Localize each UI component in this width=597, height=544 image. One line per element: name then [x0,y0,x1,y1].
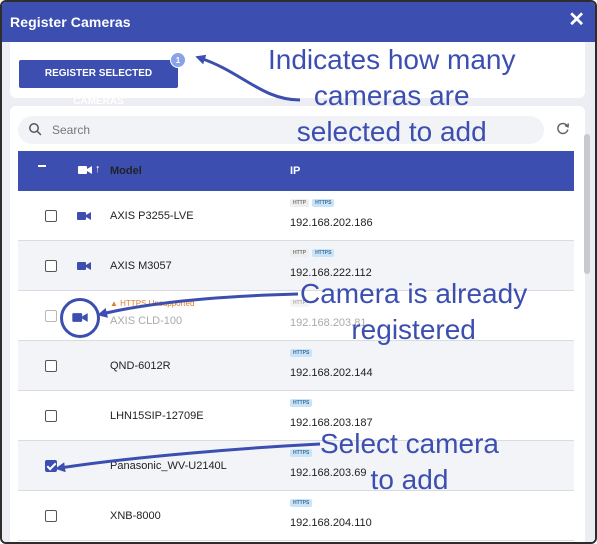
callout-selected-count: Indicates how many cameras are selected … [268,42,515,150]
select-all-toggle[interactable] [38,165,46,167]
protocol-tags: HTTPS [290,499,315,509]
search-icon [29,123,42,136]
selected-count-badge: 1 [170,52,186,68]
camera-model: XNB-8000 [110,510,161,522]
row-checkbox[interactable] [45,260,57,272]
table-row[interactable]: QND-6012R HTTPS 192.168.202.144 [18,341,574,391]
callout-line: registered [351,314,476,345]
warning-label: ▲ HTTPS Unsupported [110,299,195,308]
row-checkbox[interactable] [45,410,57,422]
camera-ip: 192.168.202.144 [290,367,373,379]
https-tag: HTTPS [290,449,313,457]
table-row[interactable]: XNB-8000 HTTPS 192.168.204.110 [18,491,574,541]
registered-highlight-circle [60,298,100,338]
camera-model: Panasonic_WV-U2140L [110,460,227,472]
camera-model: AXIS P3255-LVE [110,210,194,222]
protocol-tags: HTTP HTTPS [290,249,337,259]
dialog-titlebar: Register Cameras ✕ [2,2,595,42]
protocol-tags: HTTPS [290,399,315,409]
camera-model: AXIS M3057 [110,260,172,272]
callout-line: Camera is already [300,278,528,309]
camera-ip: 192.168.202.186 [290,217,373,229]
https-tag: HTTPS [290,499,313,507]
row-checkbox[interactable] [45,210,57,222]
row-checkbox[interactable] [45,460,57,472]
column-header-model[interactable]: Model [110,165,142,177]
protocol-tags: HTTP HTTPS [290,199,337,209]
http-tag: HTTP [290,249,310,257]
camera-ip: 192.168.204.110 [290,517,372,529]
dialog-title: Register Cameras [10,14,131,30]
callout-registered: Camera is already registered [300,276,527,348]
http-tag: HTTP [290,199,310,207]
protocol-tags: HTTPS [290,349,315,359]
https-tag: HTTPS [290,349,313,357]
https-tag: HTTPS [312,249,335,257]
camera-icon [72,313,88,322]
https-tag: HTTPS [290,399,313,407]
https-tag: HTTPS [312,199,335,207]
row-checkbox [45,310,57,322]
camera-icon[interactable] [78,165,92,175]
close-icon[interactable]: ✕ [568,10,585,30]
table-header: ↑ Model IP [18,151,574,191]
camera-model: QND-6012R [110,360,171,372]
refresh-icon[interactable] [556,121,570,135]
callout-line: Indicates how many [268,44,516,75]
callout-line: Select camera [320,428,499,459]
camera-model: AXIS CLD-100 [110,315,183,327]
protocol-tags: HTTPS [290,449,315,459]
register-selected-cameras-button[interactable]: REGISTER SELECTED CAMERAS [19,60,178,107]
https-unsupported-text: HTTPS Unsupported [120,299,195,308]
column-header-ip[interactable]: IP [290,165,300,177]
row-checkbox[interactable] [45,510,57,522]
callout-line: selected to add [296,116,487,147]
sort-ascending-icon[interactable]: ↑ [95,163,101,175]
row-checkbox[interactable] [45,360,57,372]
callout-select: Select camera to add [320,426,499,498]
camera-icon [77,262,91,270]
camera-icon [77,212,91,220]
callout-line: cameras are [313,80,470,111]
camera-model: LHN15SIP-12709E [110,410,204,422]
scrollbar[interactable] [584,134,590,274]
register-cameras-dialog: Register Cameras ✕ REGISTER SELECTED CAM… [0,0,597,544]
callout-line: to add [370,464,449,495]
table-row[interactable]: AXIS P3255-LVE HTTP HTTPS 192.168.202.186 [18,191,574,241]
